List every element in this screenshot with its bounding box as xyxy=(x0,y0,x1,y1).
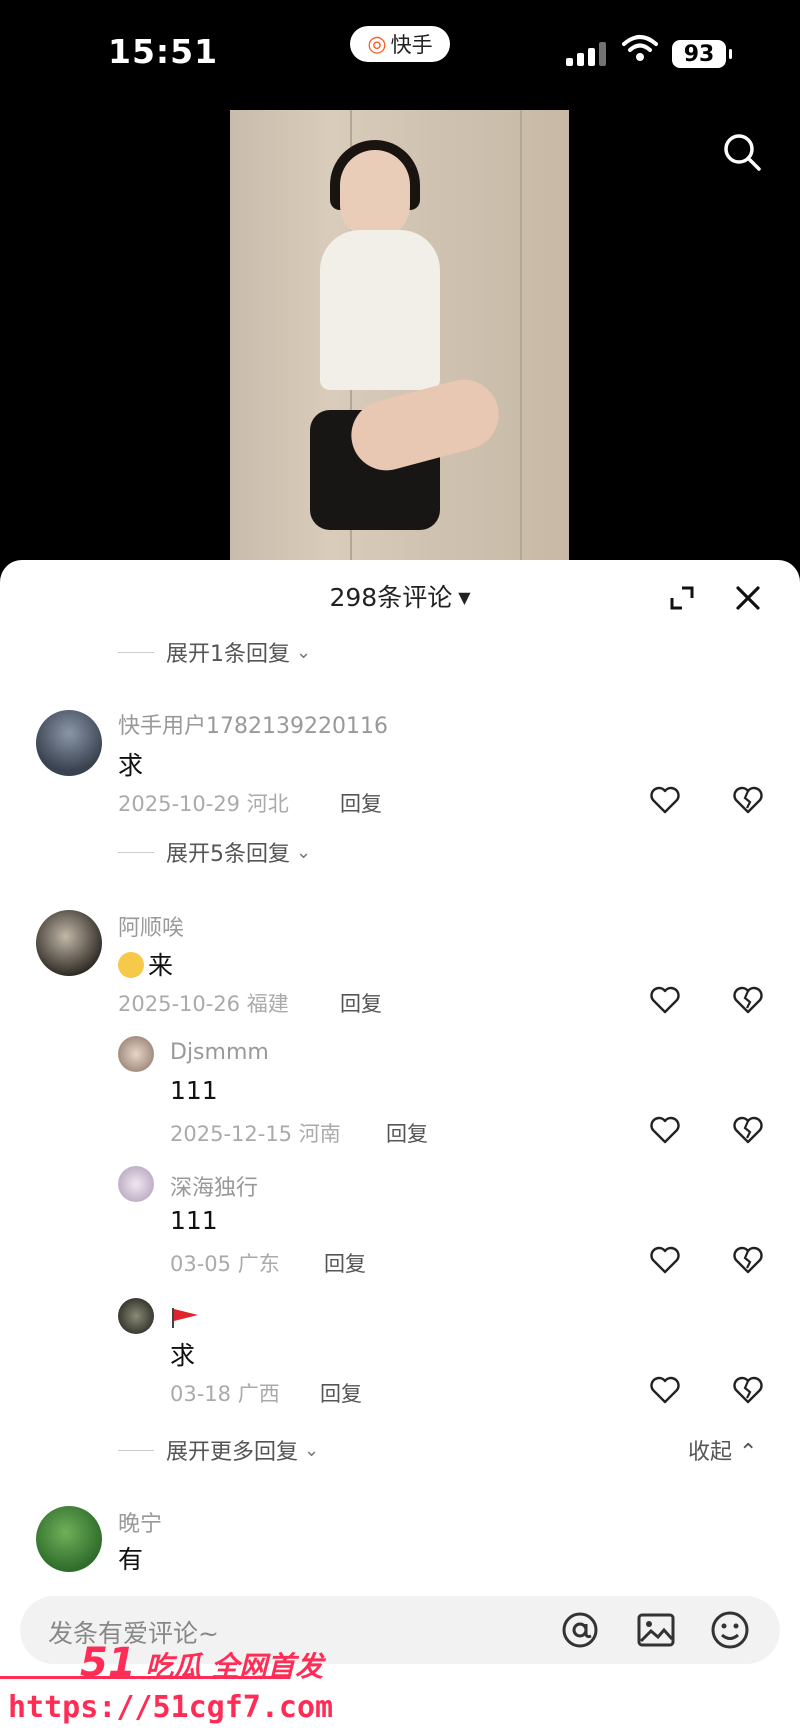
broken-heart-icon[interactable] xyxy=(733,786,763,814)
watermark-brand: 51 吃瓜 全网首发 xyxy=(80,1640,323,1686)
comment-author[interactable]: 阿顺唉 xyxy=(118,910,184,942)
expand-replies-label: 展开更多回复 xyxy=(166,1440,299,1465)
avatar[interactable] xyxy=(118,1166,154,1202)
comment-region: 广东 xyxy=(237,1252,280,1276)
comment-date: 03-05 xyxy=(170,1252,232,1276)
broken-heart-icon[interactable] xyxy=(733,986,763,1014)
status-bar: 15:51 ◎ 快手 93 xyxy=(0,0,800,100)
divider xyxy=(118,1449,154,1451)
expand-more-replies-button[interactable]: 展开更多回复 ⌄ xyxy=(118,1434,319,1466)
comment-text-body: 来 xyxy=(148,951,174,980)
reply-meta: 2025-12-15 河南 xyxy=(170,1118,341,1148)
comment-text: 来 xyxy=(118,946,173,982)
chevron-down-icon: ⌄ xyxy=(304,1439,320,1461)
comment-sheet: 298条评论 ▼ 展开1条回复 ⌄ 快手用户1782139220116 求 202… xyxy=(0,560,800,1736)
caret-down-icon: ▼ xyxy=(458,588,471,607)
divider xyxy=(118,851,154,853)
collapse-button[interactable]: 收起 ⌃ xyxy=(688,1434,757,1466)
video-figure xyxy=(340,150,410,240)
comment-region: 河北 xyxy=(246,792,289,816)
search-icon[interactable] xyxy=(722,132,762,172)
comment-date: 2025-12-15 xyxy=(170,1122,293,1146)
broken-heart-icon[interactable] xyxy=(733,1246,763,1274)
watermark-number: 51 xyxy=(80,1640,136,1686)
chevron-up-icon: ⌃ xyxy=(739,1440,758,1465)
heart-icon[interactable] xyxy=(650,1246,680,1274)
close-icon[interactable] xyxy=(734,584,762,612)
image-icon[interactable] xyxy=(636,1610,676,1650)
wifi-icon xyxy=(622,35,658,61)
red-flag-icon xyxy=(172,1308,198,1328)
kuaishou-logo-icon: ◎ xyxy=(367,31,387,57)
comment-date: 2025-10-29 xyxy=(118,792,241,816)
reply-button[interactable]: 回复 xyxy=(386,1118,428,1148)
heart-icon[interactable] xyxy=(650,1116,680,1144)
fullscreen-icon[interactable] xyxy=(668,584,696,612)
broken-heart-icon[interactable] xyxy=(733,1376,763,1404)
reply-author[interactable]: 深海独行 xyxy=(170,1170,258,1202)
avatar[interactable] xyxy=(36,1506,102,1572)
expand-replies-label: 展开5条回复 xyxy=(166,842,290,867)
reply-text: 111 xyxy=(170,1076,218,1105)
reply-meta: 03-05 广东 xyxy=(170,1248,280,1278)
collapse-label: 收起 xyxy=(688,1440,733,1465)
video-figure xyxy=(320,230,440,390)
comment-author[interactable]: 快手用户1782139220116 xyxy=(118,708,388,740)
clock: 15:51 xyxy=(108,32,219,71)
expand-replies-label: 展开1条回复 xyxy=(166,642,290,667)
avatar[interactable] xyxy=(36,710,102,776)
comment-meta: 2025-10-29 河北 xyxy=(118,788,289,818)
comment-count-label: 298条评论 xyxy=(329,583,453,612)
comment-date: 2025-10-26 xyxy=(118,992,241,1016)
comment-region: 河南 xyxy=(298,1122,341,1146)
app-indicator[interactable]: ◎ 快手 xyxy=(350,26,450,62)
heart-icon[interactable] xyxy=(650,786,680,814)
sheet-header: 298条评论 ▼ xyxy=(0,578,800,624)
wall-panel xyxy=(520,110,522,570)
reply-meta: 03-18 广西 xyxy=(170,1378,280,1408)
comment-region: 广西 xyxy=(237,1382,280,1406)
expand-replies-button[interactable]: 展开5条回复 ⌄ xyxy=(118,836,311,868)
heart-icon[interactable] xyxy=(650,1376,680,1404)
battery-indicator: 93 xyxy=(672,40,732,68)
expand-replies-button[interactable]: 展开1条回复 ⌄ xyxy=(118,636,311,668)
video-player[interactable] xyxy=(230,110,569,570)
cellular-signal-icon xyxy=(566,40,606,66)
reply-button[interactable]: 回复 xyxy=(340,788,382,818)
mention-icon[interactable] xyxy=(560,1610,600,1650)
comment-text: 求 xyxy=(118,751,144,780)
comment-region: 福建 xyxy=(246,992,289,1016)
comment-meta: 2025-10-26 福建 xyxy=(118,988,289,1018)
divider xyxy=(118,651,154,653)
watermark-url: https://51cgf7.com xyxy=(8,1690,334,1725)
comment-text: 有 xyxy=(118,1545,144,1574)
reply-button[interactable]: 回复 xyxy=(320,1378,362,1408)
chevron-down-icon: ⌄ xyxy=(296,641,312,663)
smile-emoji-icon xyxy=(118,952,144,978)
avatar[interactable] xyxy=(118,1298,154,1334)
avatar[interactable] xyxy=(118,1036,154,1072)
reply-text: 111 xyxy=(170,1206,218,1235)
reply-author[interactable]: Djsmmm xyxy=(170,1040,269,1065)
reply-button[interactable]: 回复 xyxy=(340,988,382,1018)
reply-button[interactable]: 回复 xyxy=(324,1248,366,1278)
emoji-icon[interactable] xyxy=(710,1610,750,1650)
broken-heart-icon[interactable] xyxy=(733,1116,763,1144)
comment-date: 03-18 xyxy=(170,1382,232,1406)
app-name: 快手 xyxy=(390,33,433,57)
watermark-divider xyxy=(0,1676,290,1679)
comment-author[interactable]: 晚宁 xyxy=(118,1506,162,1538)
avatar[interactable] xyxy=(36,910,102,976)
heart-icon[interactable] xyxy=(650,986,680,1014)
reply-text: 求 xyxy=(170,1341,196,1370)
chevron-down-icon: ⌄ xyxy=(296,841,312,863)
